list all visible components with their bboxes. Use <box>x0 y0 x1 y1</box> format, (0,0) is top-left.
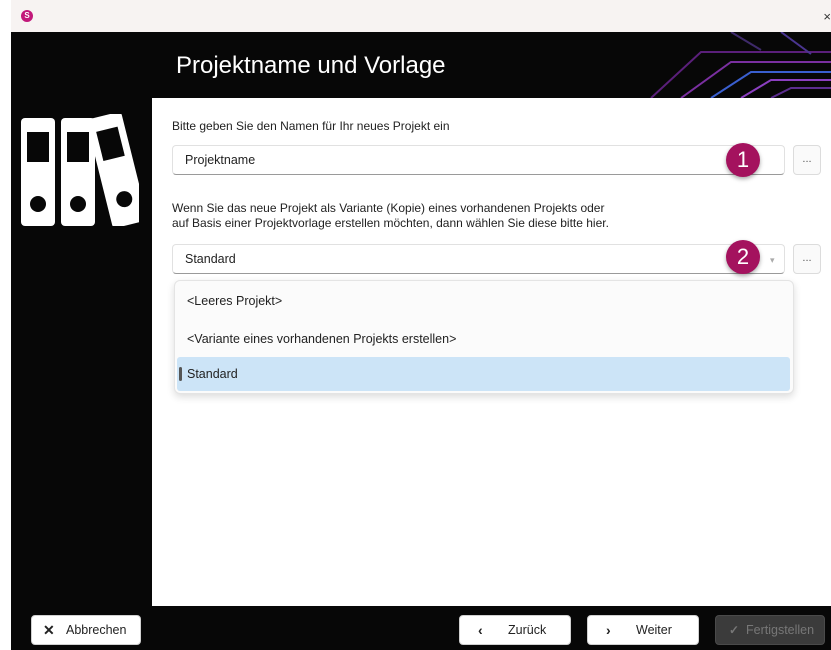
dropdown-option-standard-label: Standard <box>187 367 238 381</box>
template-browse-button[interactable]: ... <box>793 244 821 274</box>
name-prompt-label: Bitte geben Sie den Namen für Ihr neues … <box>172 119 450 133</box>
template-dropdown-list: <Leeres Projekt> <Variante eines vorhand… <box>174 280 794 394</box>
variant-prompt-line-1: Wenn Sie das neue Projekt als Variante (… <box>172 201 605 215</box>
dropdown-option-standard[interactable]: Standard <box>177 357 790 391</box>
dropdown-option-empty-project[interactable]: <Leeres Projekt> <box>177 284 790 318</box>
selection-indicator <box>179 367 182 381</box>
chevron-down-icon[interactable]: ▾ <box>770 255 775 266</box>
app-logo-icon: S <box>21 10 33 22</box>
binders-icon <box>21 114 139 226</box>
chevron-left-icon: ‹ <box>478 622 483 638</box>
next-button[interactable]: › Weiter <box>587 615 699 645</box>
cancel-button-label: Abbrechen <box>66 623 127 637</box>
title-bar <box>11 0 831 32</box>
project-name-input[interactable]: Projektname <box>172 145 785 175</box>
chevron-right-icon: › <box>606 622 611 638</box>
step-badge-1: 1 <box>726 143 760 177</box>
template-select[interactable]: Standard <box>172 244 785 274</box>
close-icon: ✕ <box>43 622 55 638</box>
circuit-decoration <box>650 32 831 98</box>
project-name-value: Projektname <box>185 153 256 167</box>
page-title: Projektname und Vorlage <box>176 52 446 79</box>
back-button-label: Zurück <box>508 623 547 637</box>
template-select-value: Standard <box>185 252 236 266</box>
dropdown-option-variant[interactable]: <Variante eines vorhandenen Projekts ers… <box>177 322 790 356</box>
finish-button[interactable]: ✓ Fertigstellen <box>715 615 825 645</box>
finish-button-label: Fertigstellen <box>746 623 815 637</box>
step-badge-2: 2 <box>726 240 760 274</box>
back-button[interactable]: ‹ Zurück <box>459 615 571 645</box>
checkmark-icon: ✓ <box>729 623 740 637</box>
variant-prompt-line-2: auf Basis einer Projektvorlage erstellen… <box>172 216 609 230</box>
next-button-label: Weiter <box>636 623 672 637</box>
cancel-button[interactable]: ✕ Abbrechen <box>31 615 141 645</box>
close-icon[interactable]: × <box>823 9 831 24</box>
name-browse-button[interactable]: ... <box>793 145 821 175</box>
